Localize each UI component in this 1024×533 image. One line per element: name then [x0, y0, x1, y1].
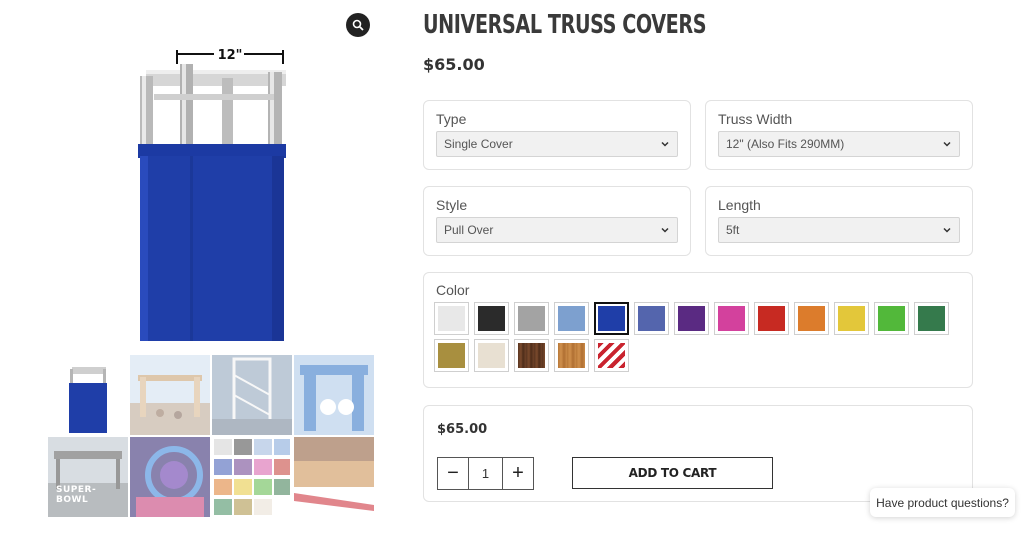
swatch-fill: [598, 306, 625, 331]
select-value: 5ft: [726, 223, 740, 237]
option-length: Length 5ft: [705, 186, 973, 256]
add-to-cart-button[interactable]: ADD TO CART: [572, 457, 773, 489]
purchase-price: $65.00: [437, 422, 488, 437]
color-swatch-1[interactable]: [434, 302, 469, 335]
color-swatch-10[interactable]: [794, 302, 829, 335]
quantity-input[interactable]: 1: [468, 458, 503, 489]
thumbnail-7[interactable]: [212, 437, 292, 517]
quantity-stepper: − 1 +: [437, 457, 534, 490]
option-label: Type: [436, 111, 467, 127]
select-value: Single Cover: [444, 137, 513, 151]
product-price: $65.00: [423, 55, 485, 74]
option-label: Color: [436, 282, 470, 298]
thumbnail-1[interactable]: [48, 355, 128, 435]
length-select[interactable]: 5ft: [718, 217, 960, 243]
style-select[interactable]: Pull Over: [436, 217, 678, 243]
swatch-fill: [478, 343, 505, 368]
chevron-down-icon: [661, 141, 669, 147]
thumbnail-caption: SUPER-BOWL: [56, 485, 97, 505]
color-swatch-6[interactable]: [634, 302, 669, 335]
color-swatch-12[interactable]: [874, 302, 909, 335]
color-swatch-14[interactable]: [434, 339, 469, 372]
swatch-fill: [558, 343, 585, 368]
thumbnail-3[interactable]: [212, 355, 292, 435]
color-swatch-15[interactable]: [474, 339, 509, 372]
option-truss-width: Truss Width 12" (Also Fits 290MM): [705, 100, 973, 170]
decrease-quantity-button[interactable]: −: [438, 458, 468, 489]
swatch-fill: [438, 306, 465, 331]
swatch-fill: [558, 306, 585, 331]
color-swatch-9[interactable]: [754, 302, 789, 335]
option-label: Length: [718, 197, 761, 213]
color-swatch-16[interactable]: [514, 339, 549, 372]
color-swatch-3[interactable]: [514, 302, 549, 335]
color-swatch-4[interactable]: [554, 302, 589, 335]
color-swatch-13[interactable]: [914, 302, 949, 335]
chevron-down-icon: [661, 227, 669, 233]
option-style: Style Pull Over: [423, 186, 691, 256]
color-swatch-7[interactable]: [674, 302, 709, 335]
swatch-fill: [798, 306, 825, 331]
swatch-fill: [438, 343, 465, 368]
swatch-fill: [678, 306, 705, 331]
increase-quantity-button[interactable]: +: [503, 458, 533, 489]
product-questions-button[interactable]: Have product questions?: [870, 488, 1015, 517]
chevron-down-icon: [943, 141, 951, 147]
option-label: Truss Width: [718, 111, 793, 127]
truss-width-select[interactable]: 12" (Also Fits 290MM): [718, 131, 960, 157]
color-swatch-18[interactable]: [594, 339, 629, 372]
product-gallery: 12" SUPER-BOWL: [40, 8, 385, 528]
swatch-fill: [838, 306, 865, 331]
option-type: Type Single Cover: [423, 100, 691, 170]
thumbnail-2[interactable]: [130, 355, 210, 435]
swatch-fill: [478, 306, 505, 331]
type-select[interactable]: Single Cover: [436, 131, 678, 157]
color-swatch-8[interactable]: [714, 302, 749, 335]
color-swatch-2[interactable]: [474, 302, 509, 335]
swatch-fill: [518, 343, 545, 368]
select-value: Pull Over: [444, 223, 494, 237]
color-swatch-11[interactable]: [834, 302, 869, 335]
magnifier-icon: [352, 19, 364, 31]
thumbnail-6[interactable]: [130, 437, 210, 517]
dimension-label: 12": [218, 48, 243, 63]
thumbnail-8[interactable]: [294, 437, 374, 517]
main-product-image[interactable]: 12": [132, 48, 292, 348]
select-value: 12" (Also Fits 290MM): [726, 137, 845, 151]
chevron-down-icon: [943, 227, 951, 233]
thumbnail-4[interactable]: [294, 355, 374, 435]
color-swatch-17[interactable]: [554, 339, 589, 372]
color-swatches: [434, 302, 949, 372]
option-color: Color: [423, 272, 973, 388]
option-label: Style: [436, 197, 468, 213]
swatch-fill: [598, 343, 625, 368]
swatch-fill: [918, 306, 945, 331]
swatch-fill: [638, 306, 665, 331]
swatch-fill: [718, 306, 745, 331]
color-swatch-5[interactable]: [594, 302, 629, 335]
swatch-fill: [758, 306, 785, 331]
swatch-fill: [878, 306, 905, 331]
swatch-fill: [518, 306, 545, 331]
thumbnail-grid: SUPER-BOWL: [48, 355, 374, 517]
zoom-button[interactable]: [346, 13, 370, 37]
product-title: UNIVERSAL TRUSS COVERS: [423, 10, 707, 40]
thumbnail-5[interactable]: SUPER-BOWL: [48, 437, 128, 517]
